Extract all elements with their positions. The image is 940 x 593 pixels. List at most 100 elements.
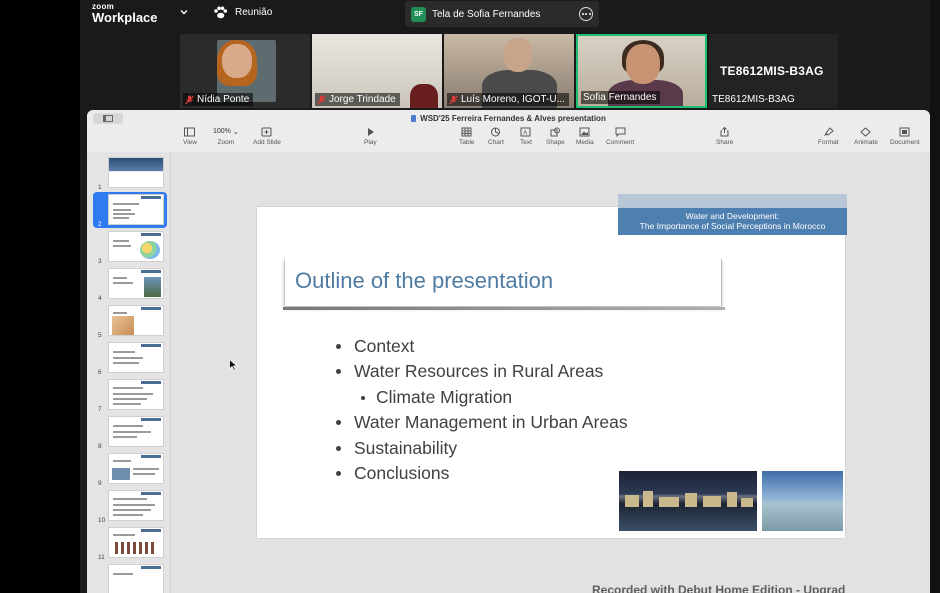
animate-button[interactable]: Animate <box>854 126 878 146</box>
banner-text: Water and Development: The Importance of… <box>618 208 847 235</box>
bullet-text: Water Management in Urban Areas <box>354 412 628 432</box>
thumbnail-image <box>108 379 164 410</box>
document-panel-icon <box>899 127 910 136</box>
current-slide[interactable]: Outline of the presentation Context Wate… <box>257 207 845 538</box>
muted-mic-icon <box>317 95 326 104</box>
share-label: Tela de Sofia Fernandes <box>432 8 541 20</box>
share-label: Share <box>716 139 734 146</box>
text-button[interactable]: A Text <box>520 126 532 146</box>
video-tile-sofia-active-speaker[interactable]: Sofia Fernandes <box>576 34 707 108</box>
title-box[interactable]: Outline of the presentation <box>283 259 725 310</box>
logo-workplace-text: Workplace <box>92 10 158 25</box>
slide-thumbnail[interactable]: 7 <box>87 377 171 413</box>
zoom-menu[interactable]: 100% ⌄ Zoom <box>213 126 239 146</box>
chevron-down-icon[interactable] <box>179 7 189 17</box>
bullet-dot <box>336 369 341 374</box>
comment-label: Comment <box>606 139 635 146</box>
slide-canvas[interactable]: Outline of the presentation Context Wate… <box>171 152 930 593</box>
add-slide-button[interactable]: Add Slide <box>253 126 281 146</box>
bullet-dot <box>361 395 365 400</box>
bullet-dot <box>336 471 341 476</box>
table-icon <box>461 127 472 136</box>
media-icon <box>579 127 590 136</box>
thumbnail-image <box>108 564 164 593</box>
sidebar-toggle-button[interactable] <box>93 113 123 124</box>
thumbnail-image <box>108 490 164 521</box>
slide-heading: Outline of the presentation <box>295 268 554 293</box>
slide-thumbnail[interactable]: 11 <box>87 525 171 561</box>
participant-name: Jorge Trindade <box>329 94 396 105</box>
slide-thumbnail[interactable]: 1 <box>87 155 171 191</box>
slide-thumbnail[interactable]: 9 <box>87 451 171 487</box>
chart-button[interactable]: Chart <box>488 126 504 146</box>
bullet-item[interactable]: Context <box>336 336 414 357</box>
view-button[interactable]: View <box>183 126 197 146</box>
thumbnail-image <box>108 416 164 447</box>
slide-thumbnail[interactable] <box>87 562 171 593</box>
sub-bullet-item[interactable]: Climate Migration <box>361 387 512 408</box>
comment-button[interactable]: Comment <box>606 126 634 146</box>
title-underline <box>283 307 725 310</box>
banner-line-1: Water and Development: <box>685 211 780 221</box>
bullet-item[interactable]: Sustainability <box>336 438 457 459</box>
zoom-value: 100% <box>213 128 231 135</box>
bullet-item[interactable]: Conclusions <box>336 463 449 484</box>
slide-number: 5 <box>98 332 102 339</box>
thumbnail-image <box>108 194 164 225</box>
sidebar-icon <box>103 115 113 122</box>
zoom-window: zoom Workplace Reunião SF Tela de Sofia … <box>0 0 940 593</box>
format-label: Format <box>818 139 839 146</box>
more-options-icon[interactable] <box>579 7 593 21</box>
view-label: View <box>183 139 197 146</box>
slide-thumbnail[interactable]: 4 <box>87 266 171 302</box>
slide-number: 11 <box>98 554 105 561</box>
slide-thumbnail[interactable]: 6 <box>87 340 171 376</box>
participant-name-tag: Sofia Fernandes <box>581 91 661 104</box>
slide-number: 7 <box>98 406 102 413</box>
video-tile-te8612[interactable]: TE8612MIS-B3AG TE8612MIS-B3AG <box>709 34 838 108</box>
slide-thumbnail-selected[interactable]: 2 <box>87 192 171 228</box>
share-button[interactable]: Share <box>716 126 733 146</box>
bullet-text: Context <box>354 336 415 356</box>
table-button[interactable]: Table <box>459 126 475 146</box>
meeting-button[interactable]: Reunião <box>213 6 272 19</box>
format-brush-icon <box>823 126 834 136</box>
screen-share-indicator[interactable]: SF Tela de Sofia Fernandes <box>405 1 599 27</box>
shape-label: Shape <box>546 139 565 146</box>
slide-thumbnail[interactable]: 5 <box>87 303 171 339</box>
video-tile-luis[interactable]: Luís Moreno, IGOT-U... <box>444 34 574 108</box>
participant-name-tag: Nídia Ponte <box>183 93 254 106</box>
slide-thumbnail[interactable]: 10 <box>87 488 171 524</box>
document-label: Document <box>890 139 920 146</box>
play-icon <box>367 127 374 136</box>
bullet-item[interactable]: Water Resources in Rural Areas <box>336 361 603 382</box>
video-tile-jorge[interactable]: Jorge Trindade <box>312 34 442 108</box>
participant-name-tag: TE8612MIS-B3AG <box>710 93 799 106</box>
comment-icon <box>615 127 626 137</box>
media-label: Media <box>576 139 594 146</box>
video-tile-nidia[interactable]: Nídia Ponte <box>180 34 310 108</box>
media-button[interactable]: Media <box>576 126 594 146</box>
animate-label: Animate <box>854 139 878 146</box>
window-title: WSD'25 Ferreira Fernandes & Alves presen… <box>420 113 606 123</box>
document-icon <box>411 114 417 122</box>
format-button[interactable]: Format <box>818 126 839 146</box>
slide-thumbnail[interactable]: 8 <box>87 414 171 450</box>
play-label: Play <box>364 139 377 146</box>
sharer-avatar: SF <box>411 6 426 22</box>
keynote-toolbar: View 100% ⌄ Zoom Add Slide Play Table Ch… <box>87 126 930 152</box>
bullet-text: Climate Migration <box>376 387 513 407</box>
city-waterfront-image[interactable] <box>619 471 757 531</box>
bullet-item[interactable]: Water Management in Urban Areas <box>336 412 628 433</box>
shape-button[interactable]: Shape <box>546 126 565 146</box>
slide-number: 6 <box>98 369 102 376</box>
slide-thumbnail[interactable]: 3 <box>87 229 171 265</box>
beach-image[interactable] <box>762 471 843 531</box>
svg-text:A: A <box>524 130 528 136</box>
keynote-window: WSD'25 Ferreira Fernandes & Alves presen… <box>87 110 930 593</box>
participant-name: TE8612MIS-B3AG <box>712 94 795 105</box>
slide-number: 3 <box>98 258 102 265</box>
document-button[interactable]: Document <box>890 126 920 146</box>
banner-line-2: The Importance of Social Perceptions in … <box>639 221 826 231</box>
play-button[interactable]: Play <box>364 126 377 146</box>
